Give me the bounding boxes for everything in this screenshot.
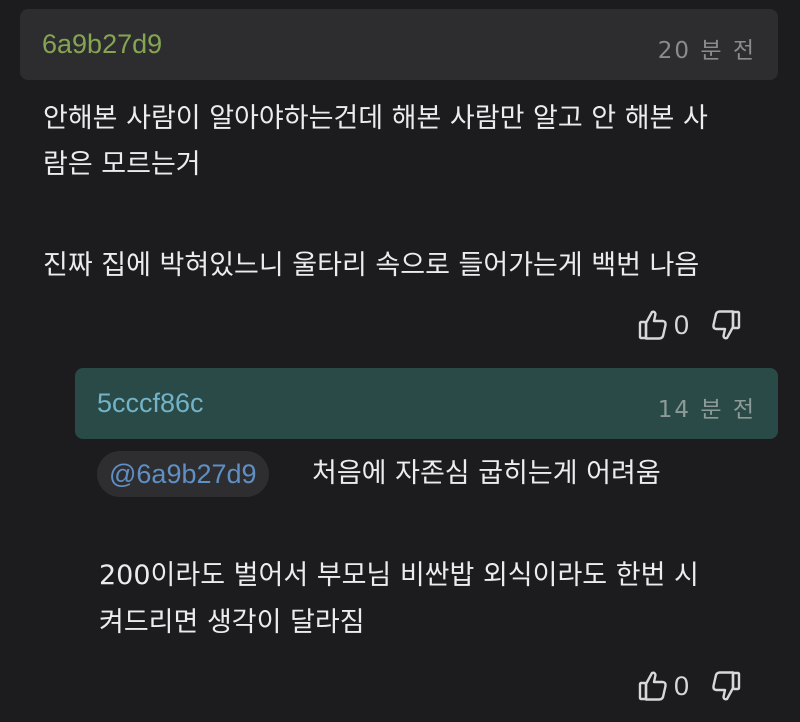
comment-body-line: 안해본 사람이 알아야하는건데 해본 사람만 알고 안 해본 사 — [43, 103, 708, 134]
reply-body-line: 처음에 자존심 굽히는게 어려움 — [312, 458, 661, 489]
like-count: 0 — [674, 309, 690, 340]
comment-actions: 0 — [638, 309, 741, 341]
thumbs-up-icon[interactable] — [638, 309, 668, 341]
reply-timestamp: 14 분 전 — [657, 397, 756, 423]
reply-body-line: 켜드리면 생각이 달라짐 — [99, 607, 365, 638]
thumbs-up-icon[interactable] — [638, 670, 668, 702]
reply-actions: 0 — [638, 670, 741, 702]
comment-header: 6a9b27d9 20 분 전 — [20, 9, 778, 80]
thumbs-down-icon[interactable] — [711, 670, 741, 702]
mention-tag[interactable]: @6a9b27d9 — [97, 451, 269, 497]
reply-header: 5cccf86c 14 분 전 — [75, 368, 778, 439]
comment-author[interactable]: 6a9b27d9 — [42, 29, 162, 60]
thumbs-down-icon[interactable] — [711, 309, 741, 341]
comment-timestamp: 20 분 전 — [657, 38, 756, 64]
comment-body-line: 람은 모르는거 — [43, 149, 201, 180]
reply-author[interactable]: 5cccf86c — [97, 388, 204, 419]
comment-body-line: 진짜 집에 박혀있느니 울타리 속으로 들어가는게 백번 나음 — [43, 250, 700, 281]
like-count: 0 — [674, 670, 690, 701]
reply-body-line: 200이라도 벌어서 부모님 비싼밥 외식이라도 한번 시 — [99, 560, 699, 591]
